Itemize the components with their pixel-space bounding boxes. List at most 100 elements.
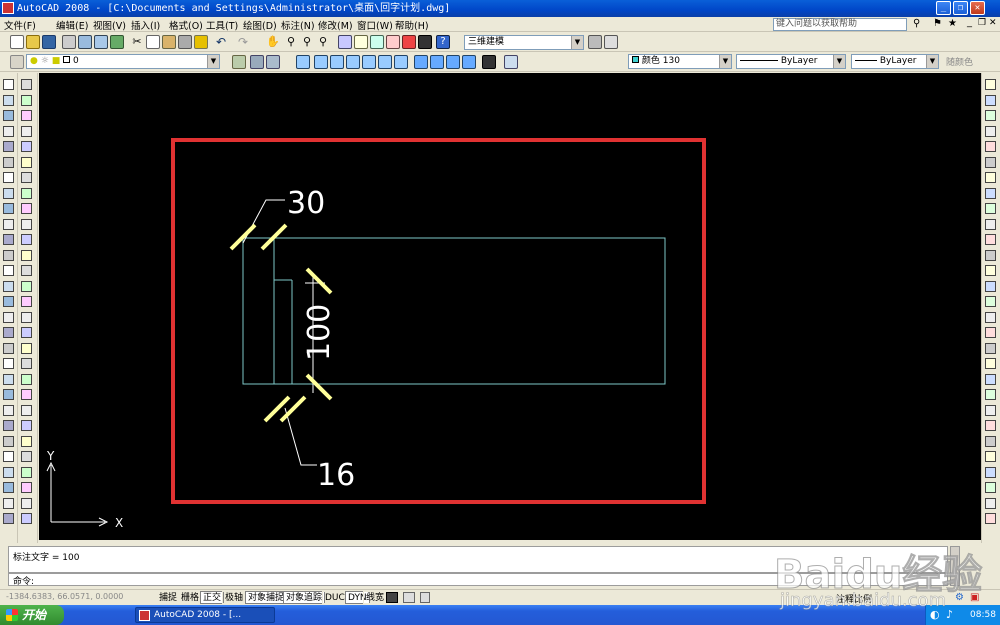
paste-icon[interactable] <box>162 35 176 49</box>
draw-tool-icon[interactable] <box>3 125 14 137</box>
dimension-tool-icon[interactable] <box>21 218 32 230</box>
color-dropdown[interactable]: 颜色 130 ▼ <box>628 54 732 69</box>
menu-format[interactable]: 格式(O) <box>169 18 203 32</box>
menu-help[interactable]: 帮助(H) <box>395 18 429 32</box>
help-search-input[interactable]: 键入问题以获取帮助 <box>773 18 907 31</box>
menu-modify[interactable]: 修改(M) <box>318 18 353 32</box>
draw-tool-icon[interactable] <box>3 451 14 462</box>
modify-tool-icon[interactable] <box>985 141 996 152</box>
draw-tool-icon[interactable] <box>3 358 14 369</box>
workspace-dropdown[interactable]: 三维建模 ▼ <box>464 35 584 50</box>
calculator-icon[interactable] <box>418 35 432 49</box>
layer-states-icon[interactable] <box>266 55 280 69</box>
dimension-tool-icon[interactable] <box>21 125 32 137</box>
osnap-toggle[interactable]: 对象捕捉 <box>245 591 288 604</box>
undo-icon[interactable]: ↶ <box>214 35 228 49</box>
cut-icon[interactable]: ✂ <box>130 35 144 49</box>
draw-tool-icon[interactable] <box>3 79 14 90</box>
print-icon[interactable] <box>62 35 76 49</box>
dimension-tool-icon[interactable] <box>21 482 32 493</box>
draw-tool-icon[interactable] <box>3 389 14 400</box>
zoom-window-icon[interactable]: ⚲ <box>300 35 314 49</box>
menu-draw[interactable]: 绘图(D) <box>243 18 277 32</box>
modify-tool-icon[interactable] <box>985 497 996 509</box>
network-icon[interactable]: ◐ <box>930 605 940 625</box>
modify-tool-icon[interactable] <box>985 265 996 276</box>
draw-tool-icon[interactable] <box>3 280 14 292</box>
modify-tool-icon[interactable] <box>985 172 996 183</box>
dimension-tool-icon[interactable] <box>21 280 32 292</box>
modify-tool-icon[interactable] <box>985 234 996 245</box>
copy-icon[interactable] <box>146 35 160 49</box>
modify-tool-icon[interactable] <box>985 451 996 462</box>
snap-settings-icon[interactable] <box>504 55 518 69</box>
doc-close-button[interactable]: ✕ <box>989 18 997 28</box>
dimension-tool-icon[interactable] <box>21 94 32 106</box>
dimension-tool-icon[interactable] <box>21 234 32 245</box>
dimension-tool-icon[interactable] <box>21 110 32 121</box>
draw-tool-icon[interactable] <box>3 497 14 509</box>
drawing-canvas[interactable]: 30 100 16 Y X <box>39 73 981 540</box>
linetype-dropdown[interactable]: ByLayer ▼ <box>736 54 846 69</box>
draw-tool-icon[interactable] <box>3 94 14 106</box>
plotstyle-dropdown[interactable]: 随颜色 <box>946 55 973 68</box>
taskbar-autocad-item[interactable]: AutoCAD 2008 - [... <box>135 607 275 623</box>
properties-icon[interactable] <box>338 35 352 49</box>
workspace-settings-icon[interactable] <box>588 35 602 49</box>
dimension-tool-icon[interactable] <box>21 513 32 524</box>
new-file-icon[interactable] <box>10 35 24 49</box>
view-right-icon[interactable] <box>346 55 360 69</box>
dimension-tool-icon[interactable] <box>21 451 32 462</box>
ortho-toggle[interactable]: 正交 <box>200 591 225 604</box>
view-bottom-icon[interactable] <box>314 55 328 69</box>
3d-dwf-icon[interactable] <box>110 35 124 49</box>
volume-icon[interactable]: ♪ <box>946 605 953 625</box>
modify-tool-icon[interactable] <box>985 94 996 106</box>
menu-edit[interactable]: 编辑(E) <box>56 18 88 32</box>
view-front-icon[interactable] <box>362 55 376 69</box>
draw-tool-icon[interactable] <box>3 311 14 323</box>
modify-tool-icon[interactable] <box>985 156 996 168</box>
publish-icon[interactable] <box>94 35 108 49</box>
view-top-icon[interactable] <box>296 55 310 69</box>
doc-minimize-button[interactable]: _ <box>967 17 972 28</box>
polar-toggle[interactable]: 极轴 <box>222 591 247 604</box>
visual-style-2d-icon[interactable] <box>414 55 428 69</box>
draw-tool-icon[interactable] <box>3 187 14 199</box>
dimension-tool-icon[interactable] <box>21 172 32 183</box>
annotation-scale-label[interactable]: 注释比例 <box>836 592 872 605</box>
modify-tool-icon[interactable] <box>985 358 996 369</box>
dimension-tool-icon[interactable] <box>21 296 32 307</box>
favorites-star-icon[interactable]: ★ <box>948 18 957 29</box>
draw-tool-icon[interactable] <box>3 218 14 230</box>
print-preview-icon[interactable] <box>78 35 92 49</box>
modify-tool-icon[interactable] <box>985 482 996 493</box>
menu-file[interactable]: 文件(F) <box>4 18 36 32</box>
model-space-icon[interactable] <box>386 592 398 603</box>
layer-dropdown[interactable]: ● ☼ ■ 0 ▼ <box>26 54 220 69</box>
close-button[interactable]: ✕ <box>970 1 985 15</box>
modify-tool-icon[interactable] <box>985 249 996 261</box>
dimension-tool-icon[interactable] <box>21 311 32 323</box>
minimize-button[interactable]: _ <box>936 1 951 15</box>
modify-tool-icon[interactable] <box>985 125 996 137</box>
modify-tool-icon[interactable] <box>985 420 996 431</box>
lineweight-dropdown[interactable]: ByLayer ▼ <box>851 54 939 69</box>
dimension-tool-icon[interactable] <box>21 187 32 199</box>
dimension-tool-icon[interactable] <box>21 265 32 276</box>
command-scrollbar[interactable] <box>950 546 960 586</box>
draw-tool-icon[interactable] <box>3 156 14 168</box>
camera-icon[interactable] <box>482 55 496 69</box>
dimension-tool-icon[interactable] <box>21 497 32 509</box>
modify-tool-icon[interactable] <box>985 327 996 338</box>
maximize-viewport-icon[interactable] <box>420 592 430 603</box>
redo-icon[interactable]: ↷ <box>236 35 250 49</box>
modify-tool-icon[interactable] <box>985 311 996 323</box>
visual-style-realistic-icon[interactable] <box>462 55 476 69</box>
modify-tool-icon[interactable] <box>985 280 996 292</box>
layer-manager-icon[interactable] <box>10 55 24 69</box>
dimension-tool-icon[interactable] <box>21 389 32 400</box>
draw-tool-icon[interactable] <box>3 420 14 431</box>
design-center-icon[interactable] <box>354 35 368 49</box>
dimension-tool-icon[interactable] <box>21 373 32 385</box>
